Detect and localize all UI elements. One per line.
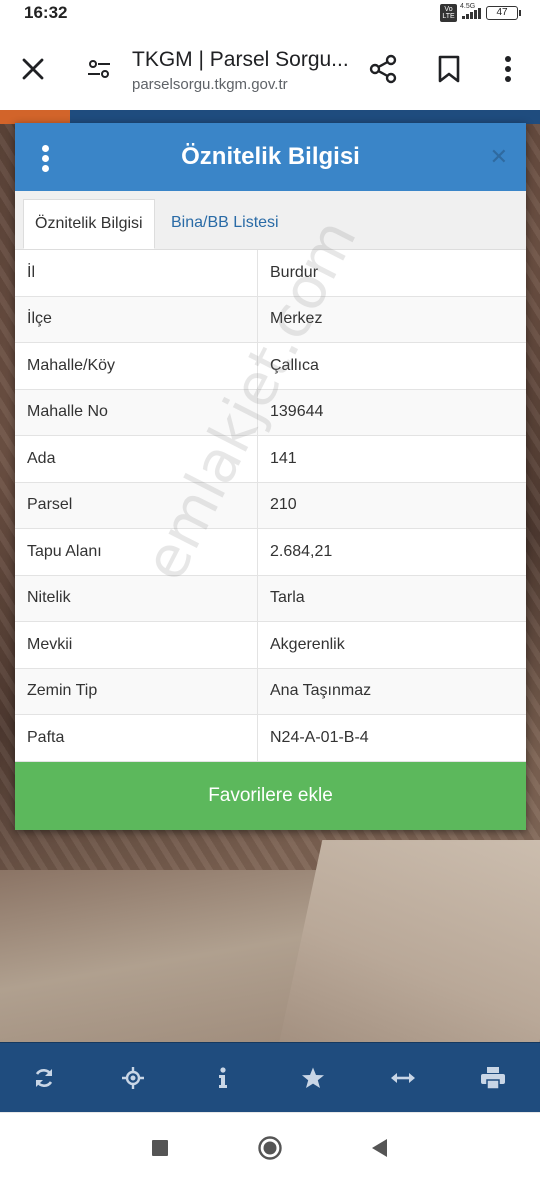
share-icon[interactable] [368,54,398,84]
attribute-row: Mahalle No 139644 [15,389,526,436]
system-nav-bar [0,1112,540,1181]
attribute-key: Nitelik [15,575,258,622]
attribute-value: Ana Taşınmaz [257,668,526,715]
volte-icon: Vo LTE [440,4,457,22]
attribute-row: İl Burdur [15,250,526,297]
attribute-row: Pafta N24-A-01-B-4 [15,714,526,762]
print-icon[interactable] [478,1063,508,1093]
attribute-table: İl Burdur İlçe Merkez Mahalle/Köy Çallıca Maha… [15,250,526,762]
attribute-key: Parsel [15,482,258,529]
attribute-row: Tapu Alanı 2.684,21 [15,528,526,576]
attribute-key: İlçe [15,296,258,343]
locate-icon[interactable] [118,1063,148,1093]
attribute-key: Ada [15,435,258,483]
attribute-row: Mahalle/Köy Çallıca [15,342,526,390]
bookmark-icon[interactable] [437,55,461,83]
attribute-value: Merkez [257,296,526,343]
site-settings-icon[interactable] [85,56,113,82]
attribute-value: 141 [257,435,526,483]
attribute-key: Mahalle/Köy [15,342,258,390]
attribute-row: Parsel 210 [15,482,526,529]
network-type: 4.5G [460,3,476,10]
dialog-close-icon[interactable]: ✕ [490,146,508,168]
attribute-value: Burdur [257,250,526,297]
add-favorite-button[interactable]: Favorilere ekle [15,762,526,830]
dialog-header: Öznitelik Bilgisi ✕ [15,123,526,191]
close-icon[interactable] [18,54,48,84]
attribute-row: Mevkii Akgerenlik [15,621,526,669]
attribute-row: Ada 141 [15,435,526,483]
browser-toolbar: TKGM | Parsel Sorgu... parselsorgu.tkgm.… [0,26,540,111]
map-header-accent [0,110,70,124]
dialog-title: Öznitelik Bilgisi [181,143,360,170]
attribute-row: İlçe Merkez [15,296,526,343]
more-vert-icon[interactable] [496,54,520,84]
refresh-icon[interactable] [29,1063,59,1093]
tab-attribute-info[interactable]: Öznitelik Bilgisi [23,199,155,249]
status-time: 16:32 [24,3,68,22]
attribute-value: Çallıca [257,342,526,390]
map-field-area-light [277,840,540,1050]
attribute-row: Nitelik Tarla [15,575,526,622]
attribute-key: Pafta [15,714,258,762]
attribute-value: N24-A-01-B-4 [257,714,526,762]
map-toolbar [0,1042,540,1113]
back-icon[interactable] [367,1135,393,1161]
attribute-dialog: Öznitelik Bilgisi ✕ Öznitelik Bilgisi Bi… [15,123,526,830]
attribute-key: İl [15,250,258,297]
attribute-key: Mevkii [15,621,258,669]
attribute-key: Mahalle No [15,389,258,436]
page-title: TKGM | Parsel Sorgu... [132,48,349,71]
attribute-value: Tarla [257,575,526,622]
battery-icon: 47 [486,6,521,20]
recents-icon[interactable] [147,1135,173,1161]
map-header-bar [70,110,540,124]
status-icons: Vo LTE 4.5G 47 [440,3,521,22]
attribute-value: 210 [257,482,526,529]
signal-icon: 4.5G [460,3,481,19]
attribute-key: Zemin Tip [15,668,258,715]
status-bar: 16:32 Vo LTE 4.5G 47 [0,0,540,26]
tab-building-list[interactable]: Bina/BB Listesi [160,199,290,249]
dialog-tabs: Öznitelik Bilgisi Bina/BB Listesi [15,191,526,250]
attribute-row: Zemin Tip Ana Taşınmaz [15,668,526,715]
attribute-key: Tapu Alanı [15,528,258,576]
attribute-value: Akgerenlik [257,621,526,669]
attribute-value: 139644 [257,389,526,436]
star-icon[interactable] [298,1063,328,1093]
home-icon[interactable] [257,1135,283,1161]
page-url[interactable]: parselsorgu.tkgm.gov.tr [132,76,288,93]
measure-icon[interactable] [388,1063,418,1093]
info-icon[interactable] [208,1063,238,1093]
attribute-value: 2.684,21 [257,528,526,576]
